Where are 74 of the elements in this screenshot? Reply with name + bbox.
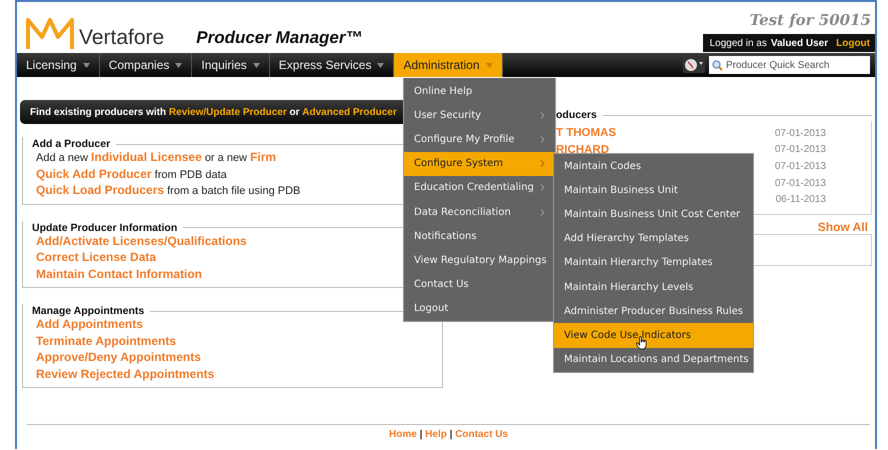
clock-icon[interactable] (683, 57, 705, 73)
search-icon (712, 60, 723, 70)
date-text: 07-01-2013 (774, 160, 826, 172)
date-text: 06-11-2013 (776, 194, 826, 206)
user-name: Valued User (770, 38, 828, 48)
menu-item[interactable]: Contact Us (404, 272, 555, 297)
menu-item[interactable]: Maintain Locations and Departments (554, 348, 753, 372)
menu-item[interactable]: Maintain Business Unit (554, 178, 753, 202)
link[interactable]: Terminate Appointments (36, 334, 176, 348)
link[interactable]: Quick Add Producer (36, 166, 152, 180)
menu-item[interactable]: Data Reconciliation (404, 200, 555, 224)
menu-item[interactable]: Configure System (404, 152, 555, 176)
nav-tab[interactable]: Licensing (17, 53, 100, 77)
section-title: Add a Producer (31, 138, 112, 150)
link[interactable]: Review Rejected Appointments (36, 366, 214, 380)
menu-item[interactable]: Maintain Business Unit Cost Center (554, 202, 753, 227)
environment-label: Test for 50015 (750, 11, 871, 29)
menu-item[interactable]: Maintain Hierarchy Templates (554, 250, 753, 275)
separator-text: | (448, 429, 454, 440)
caret-icon (486, 62, 492, 68)
separator-text: | (418, 429, 424, 440)
caret-icon (252, 62, 260, 68)
link[interactable]: Add Appointments (36, 317, 143, 331)
menu-item[interactable]: Online Help (404, 79, 555, 104)
logo-text: Vertafore (79, 27, 164, 48)
banner-text: Find existing producers with (30, 106, 166, 118)
banner-link[interactable]: Advanced Producer (302, 106, 397, 118)
link[interactable]: Firm (250, 150, 276, 164)
banner-link[interactable]: Review/Update Producer (168, 106, 287, 118)
section-text: Add a new (36, 152, 88, 164)
section-text: from PDB data (154, 168, 227, 180)
caret-icon (175, 62, 182, 68)
logout-link[interactable]: Logout (836, 38, 870, 48)
footer-link[interactable]: Home (388, 429, 417, 440)
section-text: or a new (204, 152, 248, 164)
banner-text: or (290, 106, 300, 118)
link[interactable]: Add/Activate Licenses/Qualifications (36, 234, 247, 248)
menu-item[interactable]: Logout (404, 296, 555, 321)
menu-item[interactable]: User Security (404, 103, 555, 128)
link[interactable]: Individual Licensee (91, 150, 202, 164)
section-text: from a batch file using PDB (167, 185, 300, 197)
link[interactable]: Maintain Contact Information (36, 266, 202, 280)
section-title: Update Producer Information (31, 222, 178, 234)
menu-item[interactable]: Administer Producer Business Rules (554, 299, 753, 324)
menu-item[interactable]: View Code Use Indicators (554, 323, 753, 348)
nav-tab[interactable]: Companies (100, 53, 192, 77)
date-text: 07-01-2013 (774, 128, 826, 139)
date-text: 07-01-2013 (774, 178, 826, 189)
menu-item[interactable]: Maintain Hierarchy Levels (554, 274, 753, 300)
search-field[interactable]: Producer Quick Search (709, 56, 870, 74)
show-all-link[interactable]: Show All (818, 220, 868, 234)
nav-tab[interactable]: Administration (394, 53, 502, 77)
product-title: Producer Manager™ (196, 28, 362, 48)
footer-link[interactable]: Help (425, 429, 447, 440)
date-text: 07-01-2013 (774, 144, 826, 156)
menu-item[interactable]: Add Hierarchy Templates (554, 226, 753, 251)
logo-icon (25, 17, 75, 51)
section-title: oducers (556, 109, 598, 121)
footer-link[interactable]: Contact Us (455, 429, 508, 440)
link[interactable]: Quick Load Producers (36, 183, 164, 197)
session-text: Logged in as (710, 38, 767, 48)
producer-link[interactable]: T THOMAS (556, 127, 616, 140)
section-title: Manage Appointments (31, 305, 146, 317)
menu-item[interactable]: View Regulatory Mappings (404, 248, 555, 272)
link[interactable]: Correct License Data (36, 250, 156, 264)
menu-item[interactable]: Education Credentialing (404, 176, 555, 200)
menu-item[interactable]: Configure My Profile (404, 127, 555, 152)
nav-tab[interactable]: Inquiries (192, 53, 270, 77)
producer-link[interactable]: RICHARD (556, 144, 610, 156)
menu-item[interactable]: Notifications (404, 224, 555, 248)
caret-icon (82, 62, 90, 68)
menu-item[interactable]: Maintain Codes (554, 154, 753, 178)
link[interactable]: Approve/Deny Appointments (36, 350, 201, 364)
caret-icon (377, 62, 384, 68)
